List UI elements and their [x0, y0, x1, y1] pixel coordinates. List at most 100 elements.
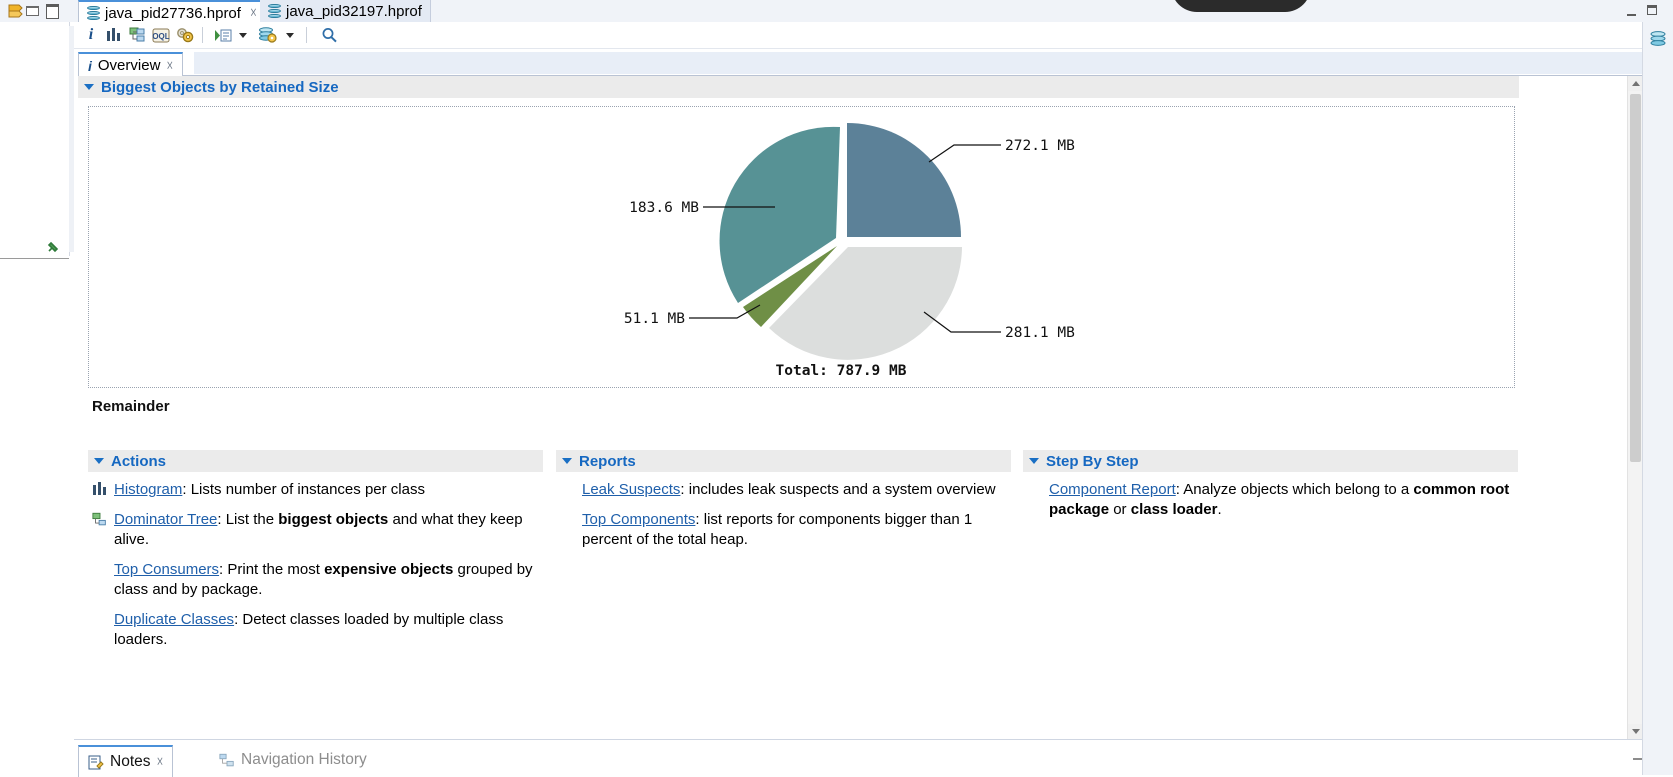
editor-area: java_pid27736.hprof ☓ java_pid32197.hpro…	[74, 0, 1673, 777]
list-item: Top Consumers: Print the most expensive …	[92, 560, 543, 600]
editor-tab-inactive[interactable]: java_pid32197.hprof	[260, 0, 431, 22]
eclipse-mat-window: java_pid27736.hprof ☓ java_pid32197.hpro…	[0, 0, 1673, 777]
link-top-components[interactable]: Top Components	[582, 511, 695, 528]
list-item-text: Top Components: list reports for compone…	[582, 510, 1011, 550]
pie-total-label: Total: 787.9 MB	[776, 363, 907, 379]
list-item: Component Report: Analyze objects which …	[1027, 480, 1518, 520]
editor-window-buttons	[1619, 3, 1665, 19]
link-leak-suspects[interactable]: Leak Suspects	[582, 481, 680, 498]
list-item: Dominator Tree: List the biggest objects…	[92, 510, 543, 550]
notes-icon	[88, 755, 104, 770]
reports-list: Leak Suspects: includes leak suspects an…	[556, 472, 1011, 550]
pie-label-51: 51.1 MB	[624, 311, 685, 327]
pie-slice-281[interactable]	[769, 247, 962, 360]
close-icon[interactable]: ☓	[157, 754, 164, 770]
list-item: Histogram: Lists number of instances per…	[92, 480, 543, 500]
tab-navigation-history[interactable]: Navigation History	[210, 745, 376, 775]
chevron-down-icon[interactable]	[286, 33, 294, 38]
scroll-up-button[interactable]	[1628, 76, 1643, 91]
scroll-down-button[interactable]	[1628, 724, 1643, 739]
find-button[interactable]	[318, 25, 340, 45]
section-title: Step By Step	[1046, 452, 1139, 470]
section-title: Actions	[111, 452, 167, 470]
pie-leader-272	[928, 144, 1001, 163]
dominator-tree-button[interactable]	[127, 25, 149, 45]
overview-content: Biggest Objects by Retained Size 272.1 M…	[78, 76, 1626, 739]
mat-toolbar: i OQL	[74, 22, 1643, 49]
list-item-desc: : Lists number of instances per class	[182, 481, 425, 498]
bottom-tab-label: Notes	[110, 753, 151, 770]
overview-columns: Actions Histogram: Lists number of insta…	[88, 450, 1518, 730]
oql-button[interactable]: OQL	[150, 25, 172, 45]
scrollbar-thumb[interactable]	[1630, 94, 1641, 462]
list-item: Duplicate Classes: Detect classes loaded…	[92, 610, 543, 650]
editor-tab-label: java_pid27736.hprof	[105, 4, 241, 22]
heap-dump-icon[interactable]	[1649, 30, 1667, 48]
close-icon[interactable]: ☓	[166, 58, 173, 74]
minimize-view-button[interactable]	[24, 3, 40, 17]
twistie-collapse-icon[interactable]	[84, 84, 94, 90]
twistie-collapse-icon[interactable]	[94, 458, 104, 464]
list-item-desc: : includes leak suspects and a system ov…	[680, 481, 996, 498]
pin-icon[interactable]	[47, 240, 60, 253]
section-header-biggest-objects[interactable]: Biggest Objects by Retained Size	[78, 76, 1519, 98]
bottom-divider	[74, 739, 1643, 740]
dominator-tree-icon	[92, 512, 108, 528]
twistie-collapse-icon[interactable]	[1029, 458, 1039, 464]
editor-tab-bar: java_pid27736.hprof ☓ java_pid32197.hpro…	[74, 0, 1673, 24]
link-component-report[interactable]: Component Report	[1049, 481, 1176, 498]
section-title: Reports	[579, 452, 636, 470]
query-browser-button[interactable]	[256, 25, 280, 45]
navigation-history-icon	[219, 753, 235, 768]
maximize-view-button[interactable]	[44, 3, 60, 19]
twistie-collapse-icon[interactable]	[562, 458, 572, 464]
heap-dump-icon	[87, 5, 100, 21]
link-top-consumers[interactable]: Top Consumers	[114, 561, 219, 578]
content-vertical-scrollbar[interactable]	[1627, 76, 1643, 739]
list-item-desc-pre: : Print the most	[219, 560, 325, 578]
close-icon[interactable]: ☓	[250, 5, 257, 21]
link-histogram[interactable]: Histogram	[114, 481, 182, 498]
list-item-text: Dominator Tree: List the biggest objects…	[114, 510, 543, 550]
run-expert-system-test-button[interactable]	[212, 25, 234, 45]
view-tab-empty-area	[194, 52, 1643, 74]
list-item-desc-pre: : Analyze objects which belong to a	[1175, 481, 1414, 498]
tab-notes[interactable]: Notes ☓	[78, 745, 174, 777]
fast-view-bar	[1642, 22, 1673, 775]
link-dominator-tree[interactable]: Dominator Tree	[114, 511, 217, 528]
histogram-button[interactable]	[104, 25, 124, 45]
minimize-editor-button[interactable]	[1625, 5, 1639, 17]
bottom-tab-label: Navigation History	[241, 751, 367, 768]
tab-overview[interactable]: i Overview ☓	[78, 52, 184, 77]
section-title: Biggest Objects by Retained Size	[101, 78, 339, 96]
section-header-step-by-step[interactable]: Step By Step	[1023, 450, 1518, 472]
maximize-editor-button[interactable]	[1645, 5, 1659, 17]
pie-label-281: 281.1 MB	[1005, 325, 1075, 341]
editor-tab-active[interactable]: java_pid27736.hprof ☓	[78, 0, 266, 24]
cursor-overlay-artifact	[1171, 0, 1311, 12]
list-item-emphasis: biggest objects	[278, 510, 389, 528]
actions-section: Actions Histogram: Lists number of insta…	[88, 450, 543, 660]
list-item-desc-pre: : List the	[217, 510, 279, 528]
list-item-desc-mid: or	[1109, 500, 1131, 518]
list-item: Top Components: list reports for compone…	[560, 510, 1011, 550]
chevron-down-icon[interactable]	[239, 33, 247, 38]
pie-slice-272[interactable]	[847, 123, 961, 237]
view-tab-label: Overview	[97, 57, 161, 74]
svg-text:OQL: OQL	[152, 32, 169, 41]
section-header-reports[interactable]: Reports	[556, 450, 1011, 472]
editor-tab-label: java_pid32197.hprof	[286, 2, 422, 20]
list-item-desc-post: .	[1217, 500, 1222, 518]
overview-info-button[interactable]: i	[82, 25, 100, 45]
toolbar-separator	[202, 27, 203, 43]
section-header-actions[interactable]: Actions	[88, 450, 543, 472]
list-item-text: Component Report: Analyze objects which …	[1049, 480, 1518, 520]
step-by-step-section: Step By Step Component Report: Analyze o…	[1023, 450, 1518, 530]
inspect-gears-button[interactable]	[174, 25, 196, 45]
reports-section: Reports Leak Suspects: includes leak sus…	[556, 450, 1011, 560]
list-item-text: Leak Suspects: includes leak suspects an…	[582, 480, 1011, 500]
view-tab-bar: i Overview ☓	[78, 52, 1643, 77]
left-view-toolbar	[0, 0, 74, 22]
pie-chart-container: 272.1 MB 281.1 MB 51.1 MB 183.6 MB Total…	[88, 106, 1515, 388]
link-duplicate-classes[interactable]: Duplicate Classes	[114, 611, 234, 628]
